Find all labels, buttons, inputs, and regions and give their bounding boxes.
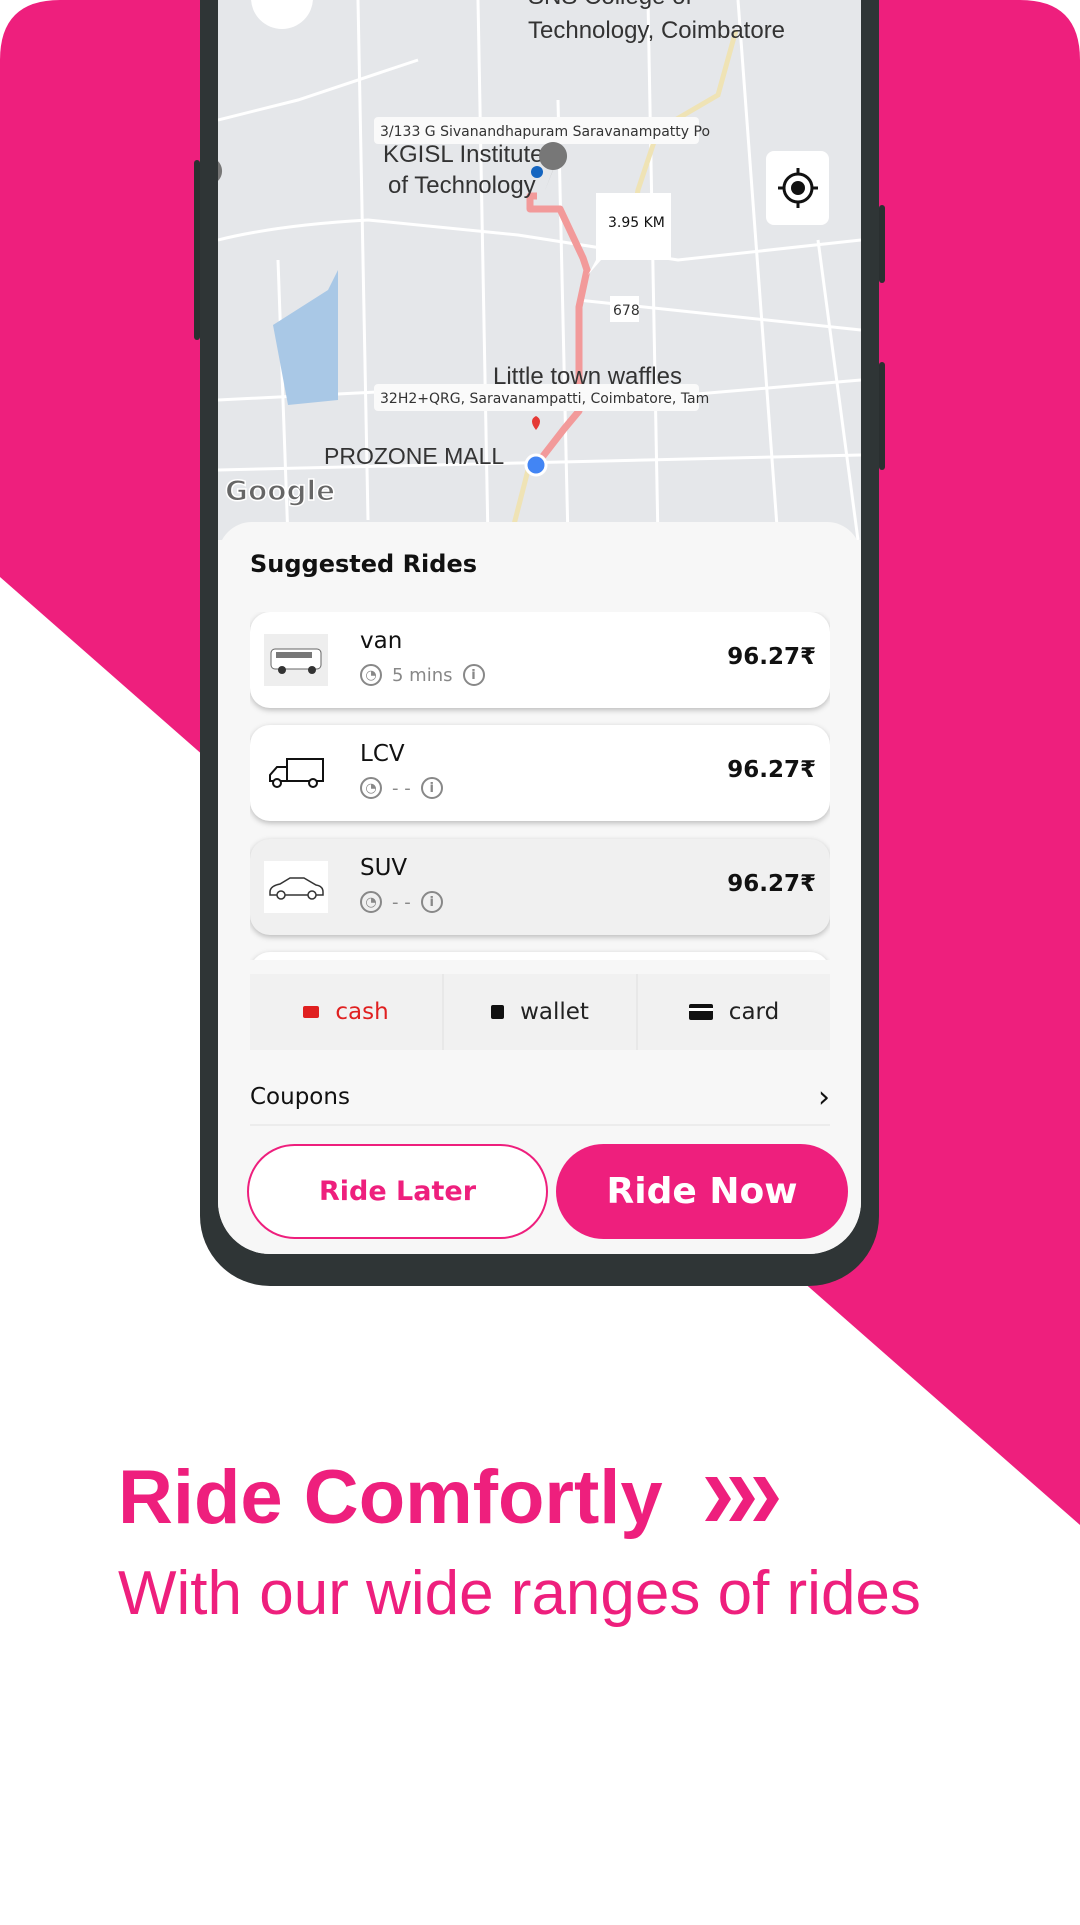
clock-icon: ◔	[360, 891, 382, 913]
van-icon	[264, 634, 328, 686]
road-number: 678	[613, 303, 640, 319]
chevron-right-icon: ›	[818, 1079, 830, 1115]
map-label: KGISL Institute	[383, 141, 544, 168]
car-icon	[264, 861, 328, 913]
headline-text: Ride Comfortly	[118, 1455, 663, 1540]
info-icon[interactable]: i	[420, 777, 443, 799]
ride-option-partial[interactable]	[250, 952, 830, 960]
ride-eta: 5 mins	[392, 664, 453, 686]
ride-eta: - -	[392, 891, 411, 913]
ride-price: 96.27₹	[727, 644, 816, 670]
coupons-label: Coupons	[250, 1084, 350, 1110]
ride-name: LCV	[360, 741, 405, 767]
payment-label: wallet	[520, 999, 589, 1025]
google-attribution: Google	[225, 474, 335, 507]
ride-name: van	[360, 628, 403, 654]
phone-side-button	[879, 362, 885, 470]
card-icon	[688, 1004, 713, 1020]
promo-subline: With our wide ranges of rides	[118, 1559, 921, 1628]
pickup-address-label: 3/133 G Sivanandhapuram Saravanampatty P…	[380, 124, 710, 140]
ride-now-button[interactable]: Ride Now	[556, 1144, 848, 1239]
phone-side-button	[879, 205, 885, 283]
phone-screen: SNS College of Technology, Coimbatore KG…	[218, 0, 861, 1254]
ride-price: 96.27₹	[727, 757, 816, 783]
clock-icon: ◔	[360, 664, 382, 686]
ride-later-button[interactable]: Ride Later	[247, 1144, 548, 1239]
ride-eta: - -	[392, 777, 411, 799]
ride-price: 96.27₹	[727, 871, 816, 897]
wallet-icon	[491, 1005, 505, 1019]
truck-icon	[264, 747, 328, 799]
triple-chevron-icon	[704, 1476, 779, 1521]
sheet-title: Suggested Rides	[250, 550, 478, 578]
info-icon[interactable]: i	[420, 891, 443, 913]
coupons-row[interactable]: Coupons ›	[250, 1070, 830, 1126]
payment-card[interactable]: card	[638, 974, 830, 1050]
map[interactable]: SNS College of Technology, Coimbatore KG…	[218, 0, 861, 540]
payment-label: card	[728, 999, 780, 1025]
payment-methods: cash wallet card	[250, 974, 830, 1050]
map-label: SNS College of	[528, 0, 692, 10]
ride-option-van[interactable]: van ◔ 5 mins i 96.27₹	[250, 612, 830, 708]
ride-name: SUV	[360, 855, 408, 881]
cash-icon	[303, 1006, 320, 1018]
map-label: of Technology	[388, 172, 536, 199]
locate-me-button[interactable]	[766, 151, 829, 225]
promo-headline: Ride Comfortly	[118, 1454, 779, 1541]
map-label: Technology, Coimbatore	[528, 17, 785, 44]
ride-sheet: Suggested Rides van ◔ 5 mins i 96.27₹ LCV …	[218, 522, 861, 1254]
info-icon[interactable]: i	[462, 664, 485, 686]
clock-icon: ◔	[360, 777, 382, 799]
current-location-dot	[524, 453, 548, 477]
distance-label: 3.95 KM	[608, 215, 665, 231]
map-label: PROZONE MALL	[324, 443, 504, 469]
payment-cash[interactable]: cash	[250, 974, 444, 1050]
payment-label: cash	[335, 999, 389, 1025]
payment-wallet[interactable]: wallet	[444, 974, 638, 1050]
ride-option-lcv[interactable]: LCV ◔ - - i 96.27₹	[250, 725, 830, 821]
ride-list[interactable]: van ◔ 5 mins i 96.27₹ LCV ◔ - - i 96.27₹ SUV…	[250, 612, 830, 960]
pickup-marker	[531, 166, 543, 178]
drop-address-label: 32H2+QRG, Saravanampatti, Coimbatore, Ta…	[380, 391, 709, 407]
ride-option-suv[interactable]: SUV ◔ - - i 96.27₹	[250, 839, 830, 935]
